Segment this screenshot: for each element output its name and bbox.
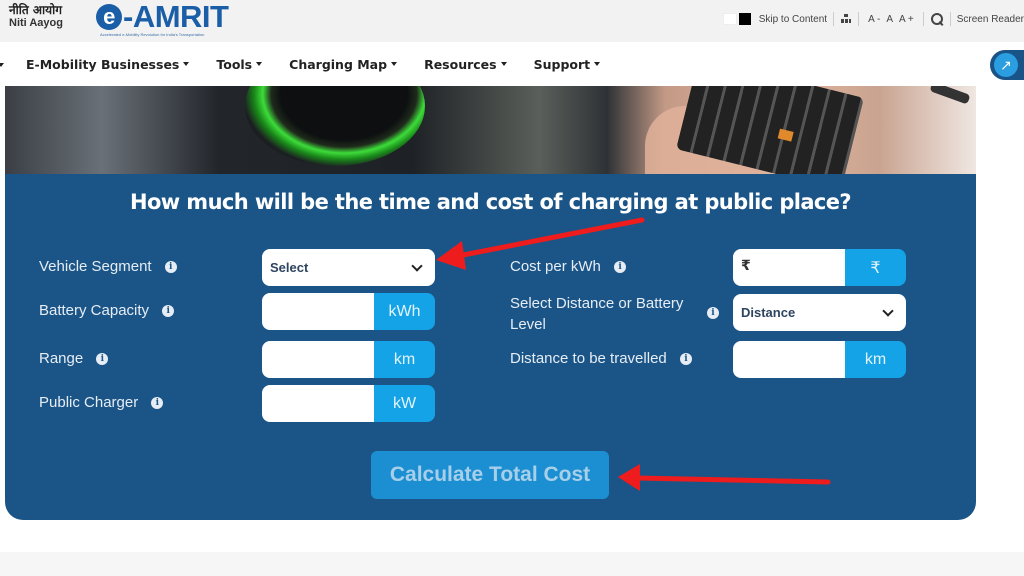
dark-contrast-toggle[interactable] [738, 13, 751, 25]
distance-or-battery-label: Select Distance or Battery Level [510, 293, 683, 335]
vehicle-segment-select[interactable]: Select [262, 249, 435, 286]
calculator-title: How much will be the time and cost of ch… [129, 190, 852, 214]
battery-capacity-input[interactable] [262, 293, 374, 330]
hero-image-ev-charging [5, 86, 976, 174]
nav-item-resources[interactable]: Resources [424, 57, 507, 72]
rupee-icon: ₹ [741, 258, 751, 274]
info-icon[interactable]: i [614, 261, 627, 274]
label-text: Distance to be travelled [510, 350, 667, 367]
caret-down-icon [391, 62, 398, 66]
battery-capacity-field: kWh [262, 293, 435, 330]
pen-graphic [929, 86, 971, 105]
skip-to-content-link[interactable]: Skip to Content [759, 14, 827, 25]
font-increase-button[interactable]: A + [899, 14, 914, 25]
unit-addon: km [374, 341, 435, 378]
nav-label: Resources [424, 56, 497, 72]
nav-item-support[interactable]: Support [534, 57, 601, 72]
divider [922, 12, 924, 26]
cost-per-kwh-field: ₹ ₹ [733, 249, 906, 286]
caret-down-icon [256, 62, 263, 66]
niti-english-text: Niti Aayog [9, 17, 63, 29]
public-charger-field: kW [262, 385, 435, 422]
brand-name: -AMRIT [123, 0, 229, 34]
range-field: km [262, 341, 435, 378]
public-charger-input[interactable] [262, 385, 374, 422]
unit-addon: km [845, 341, 906, 378]
charging-port-graphic [245, 86, 425, 166]
sitemap-icon[interactable] [840, 13, 852, 25]
label-text: Select Distance or Battery [510, 295, 684, 312]
battery-capacity-label: Battery Capacity i [39, 302, 175, 319]
info-icon[interactable]: i [679, 353, 692, 366]
unit-addon: ₹ [845, 249, 906, 286]
divider [858, 12, 860, 26]
label-text: Vehicle Segment [39, 258, 152, 275]
footer-strip [0, 552, 1024, 576]
calculate-total-cost-button[interactable]: Calculate Total Cost [371, 451, 609, 499]
distance-travelled-field: km [733, 341, 906, 378]
range-label: Range i [39, 350, 109, 367]
niti-hindi-text: नीति आयोग [9, 3, 62, 17]
chevron-down-icon [411, 259, 423, 272]
font-normal-button[interactable]: A [886, 14, 893, 25]
chevron-down-icon [882, 304, 894, 317]
divider [833, 12, 835, 26]
label-text: Cost per kWh [510, 258, 601, 275]
info-icon[interactable]: i [707, 307, 719, 319]
caret-down-icon [594, 62, 601, 66]
niti-aayog-logo[interactable]: नीति आयोग Niti Aayog [9, 4, 63, 29]
public-charger-label: Public Charger i [39, 394, 164, 411]
nav-label: Charging Map [289, 56, 388, 72]
label-text: Battery Capacity [39, 302, 150, 319]
info-icon[interactable]: i [96, 353, 109, 366]
distance-travelled-label: Distance to be travelled i [510, 350, 692, 367]
light-contrast-toggle[interactable] [722, 13, 737, 25]
main-navbar: E-Mobility Businesses Tools Charging Map… [0, 42, 1024, 86]
caret-down-icon [500, 62, 507, 66]
caret-down-icon [183, 62, 190, 66]
e-logo-icon: e [96, 4, 122, 30]
label-text: Range [39, 350, 84, 367]
font-decrease-button[interactable]: A - [868, 14, 880, 25]
select-value: Distance [741, 305, 796, 320]
e-amrit-logo[interactable]: e -AMRIT Accelerated e-Mobility Revoluti… [96, 0, 229, 37]
label-text: Level [510, 316, 546, 333]
nav-label: E-Mobility Businesses [26, 56, 180, 72]
info-icon[interactable]: i [162, 305, 175, 318]
share-icon: ↗ [994, 53, 1018, 77]
unit-addon: kWh [374, 293, 435, 330]
distance-travelled-input[interactable] [733, 341, 845, 378]
nav-item-e-mobility-businesses[interactable]: E-Mobility Businesses [26, 56, 190, 72]
nav-item-tools[interactable]: Tools [216, 56, 263, 72]
vehicle-segment-label: Vehicle Segment i [39, 258, 177, 275]
top-utility-bar: नीति आयोग Niti Aayog e -AMRIT Accelerate… [0, 0, 1024, 42]
info-icon[interactable]: i [164, 261, 177, 274]
nav-item-charging-map[interactable]: Charging Map [289, 56, 398, 72]
unit-addon: kW [374, 385, 435, 422]
label-text: Public Charger [39, 394, 139, 411]
nav-label: Tools [216, 56, 253, 72]
screen-reader-link[interactable]: Screen Reader [957, 14, 1024, 25]
range-input[interactable] [262, 341, 374, 378]
distance-or-battery-select[interactable]: Distance [733, 294, 906, 331]
cost-per-kwh-label: Cost per kWh i [510, 258, 627, 275]
select-value: Select [270, 260, 309, 275]
divider [949, 12, 951, 26]
nav-overflow-caret[interactable] [0, 60, 4, 69]
search-icon[interactable] [930, 12, 944, 26]
share-button[interactable]: ↗ [990, 50, 1024, 80]
info-icon[interactable]: i [151, 397, 164, 410]
charging-cost-calculator-panel: How much will be the time and cost of ch… [5, 86, 976, 520]
nav-label: Support [533, 56, 591, 72]
accessibility-toolbar: Skip to Content A - A A + Screen Reader [722, 10, 1024, 28]
